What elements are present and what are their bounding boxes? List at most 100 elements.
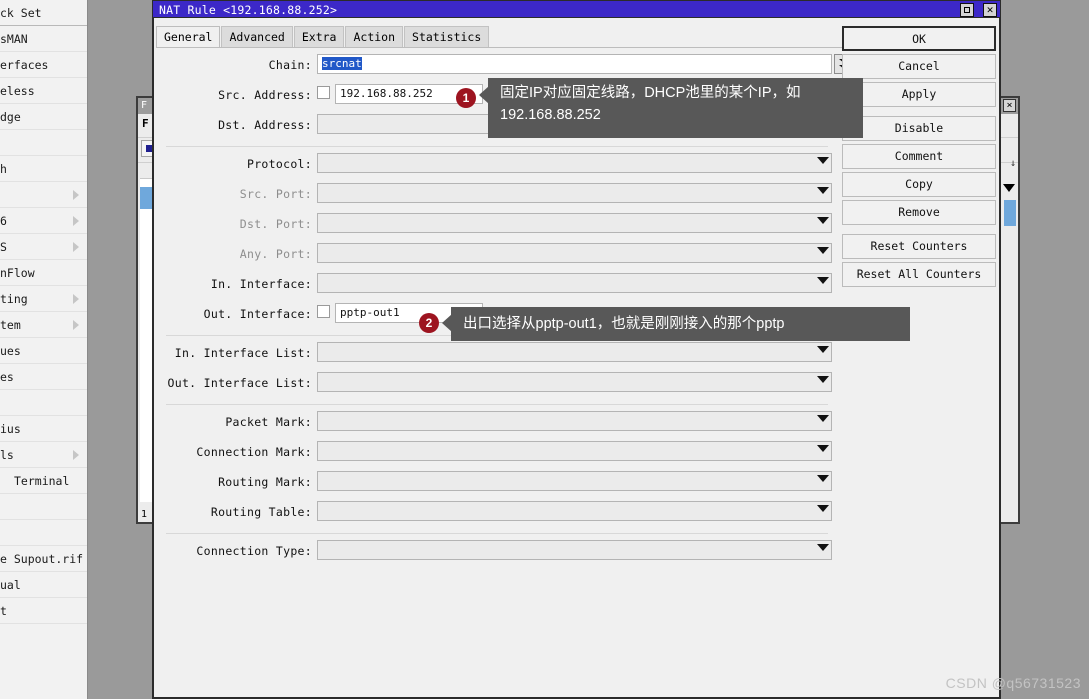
field-control xyxy=(317,372,832,392)
sidebar-item[interactable] xyxy=(0,390,87,416)
sidebar-item[interactable]: es xyxy=(0,364,87,390)
form-row: Any. Port: xyxy=(152,241,842,271)
window-controls[interactable]: ✕ xyxy=(958,3,997,21)
sidebar-item[interactable]: 6 xyxy=(0,208,87,234)
field-input[interactable] xyxy=(317,501,832,521)
sidebar-item-label: t xyxy=(0,604,7,618)
field-input[interactable] xyxy=(317,153,832,173)
copy-button[interactable]: Copy xyxy=(842,172,996,197)
field-input[interactable] xyxy=(317,540,832,560)
field-input[interactable] xyxy=(317,471,832,491)
sidebar-item[interactable] xyxy=(0,494,87,520)
annotation-text-1: 固定IP对应固定线路，DHCP池里的某个IP，如192.168.88.252 xyxy=(500,85,801,123)
sidebar-item[interactable]: ls xyxy=(0,442,87,468)
tab-advanced[interactable]: Advanced xyxy=(221,26,293,47)
sidebar-item[interactable]: erfaces xyxy=(0,52,87,78)
background-window-close-icon[interactable]: × xyxy=(1003,99,1016,112)
field-input[interactable] xyxy=(317,342,832,362)
sidebar-item[interactable]: ting xyxy=(0,286,87,312)
chevron-down-icon[interactable] xyxy=(817,157,829,164)
chevron-down-icon[interactable] xyxy=(817,247,829,254)
form-row: Out. Interface List: xyxy=(152,370,842,400)
sidebar-item[interactable] xyxy=(0,520,87,546)
background-rule-list[interactable] xyxy=(140,178,152,502)
field-label: Chain: xyxy=(268,58,312,72)
chevron-down-icon[interactable] xyxy=(817,445,829,452)
sidebar-item[interactable]: eless xyxy=(0,78,87,104)
sidebar-item-label: ls xyxy=(0,448,14,462)
ok-button[interactable]: OK xyxy=(842,26,996,51)
tab-action[interactable]: Action xyxy=(345,26,404,47)
close-icon[interactable]: ✕ xyxy=(983,3,997,17)
sidebar-item[interactable]: ius xyxy=(0,416,87,442)
field-input[interactable] xyxy=(317,183,832,203)
chevron-down-icon[interactable] xyxy=(817,544,829,551)
sidebar-item[interactable]: h xyxy=(0,156,87,182)
chevron-down-icon[interactable] xyxy=(817,415,829,422)
tab-general[interactable]: General xyxy=(156,26,221,47)
field-input[interactable] xyxy=(317,411,832,431)
field-enable-checkbox[interactable] xyxy=(317,86,330,99)
sidebar-item[interactable]: t xyxy=(0,598,87,624)
field-label: Routing Mark: xyxy=(218,475,312,489)
reset-all-counters-button[interactable]: Reset All Counters xyxy=(842,262,996,287)
sidebar-item[interactable]: S xyxy=(0,234,87,260)
sidebar-item[interactable]: ual xyxy=(0,572,87,598)
chevron-down-icon[interactable] xyxy=(817,187,829,194)
section-divider xyxy=(166,146,828,147)
apply-button[interactable]: Apply xyxy=(842,82,996,107)
chevron-down-icon[interactable] xyxy=(817,217,829,224)
field-input[interactable] xyxy=(317,441,832,461)
watermark: CSDN @q56731523 xyxy=(945,675,1081,691)
sidebar-item[interactable]: nFlow xyxy=(0,260,87,286)
winbox-menu: ck Set sMAN erfaces eless dge h 6 SnFlow ting tem… xyxy=(0,0,88,699)
section-divider xyxy=(166,533,828,534)
field-control xyxy=(317,441,832,461)
field-label: Dst. Address: xyxy=(218,118,312,132)
sidebar-item[interactable]: ck Set xyxy=(0,0,87,26)
sidebar-item-label: ck Set xyxy=(0,6,42,20)
sidebar-item-label: ual xyxy=(0,572,21,597)
sidebar-item[interactable] xyxy=(0,130,87,156)
chevron-down-icon[interactable] xyxy=(817,277,829,284)
chevron-down-icon[interactable] xyxy=(817,376,829,383)
maximize-icon[interactable] xyxy=(960,3,975,17)
sidebar-item[interactable]: tem xyxy=(0,312,87,338)
sidebar-item[interactable]: Terminal xyxy=(0,468,87,494)
sidebar-item-label: ius xyxy=(0,422,21,436)
field-input[interactable] xyxy=(317,213,832,233)
sidebar-item-label: ting xyxy=(0,292,28,306)
reset-counters-button[interactable]: Reset Counters xyxy=(842,234,996,259)
sidebar-item-label: es xyxy=(0,370,14,384)
sidebar-item-label: nFlow xyxy=(0,266,35,280)
chevron-down-icon[interactable] xyxy=(817,505,829,512)
nat-rule-titlebar[interactable]: NAT Rule <192.168.88.252> ✕ xyxy=(152,0,1001,18)
remove-button[interactable]: Remove xyxy=(842,200,996,225)
comment-button[interactable]: Comment xyxy=(842,144,996,169)
background-dropdown-arrow-icon[interactable] xyxy=(1003,184,1015,192)
sidebar-item[interactable]: dge xyxy=(0,104,87,130)
field-input[interactable]: srcnat xyxy=(317,54,832,74)
field-enable-checkbox[interactable] xyxy=(317,305,330,318)
sidebar-item[interactable]: ues xyxy=(0,338,87,364)
cancel-button[interactable]: Cancel xyxy=(842,54,996,79)
chevron-down-icon[interactable] xyxy=(817,475,829,482)
field-label: Src. Address: xyxy=(218,88,312,102)
tab-statistics[interactable]: Statistics xyxy=(404,26,490,47)
dialog-button-panel[interactable]: OK Cancel Apply Disable Comment Copy Remove Res… xyxy=(842,26,996,290)
sidebar-item[interactable]: e Supout.rif xyxy=(0,546,87,572)
annotation-badge-2: 2 xyxy=(419,313,439,333)
field-input[interactable] xyxy=(317,273,832,293)
chevron-down-icon[interactable] xyxy=(817,346,829,353)
tab-extra[interactable]: Extra xyxy=(293,26,345,47)
background-window-status-count: 1 xyxy=(141,509,148,520)
sidebar-item[interactable]: sMAN xyxy=(0,26,87,52)
sidebar-item-label: S xyxy=(0,240,7,254)
chevron-right-icon xyxy=(73,215,79,226)
field-input[interactable] xyxy=(317,243,832,263)
field-input[interactable] xyxy=(317,372,832,392)
sidebar-item[interactable] xyxy=(0,182,87,208)
disable-button[interactable]: Disable xyxy=(842,116,996,141)
field-control xyxy=(317,183,832,203)
dialog-tab-bar[interactable]: General Advanced Extra Action Statistics xyxy=(156,26,846,48)
